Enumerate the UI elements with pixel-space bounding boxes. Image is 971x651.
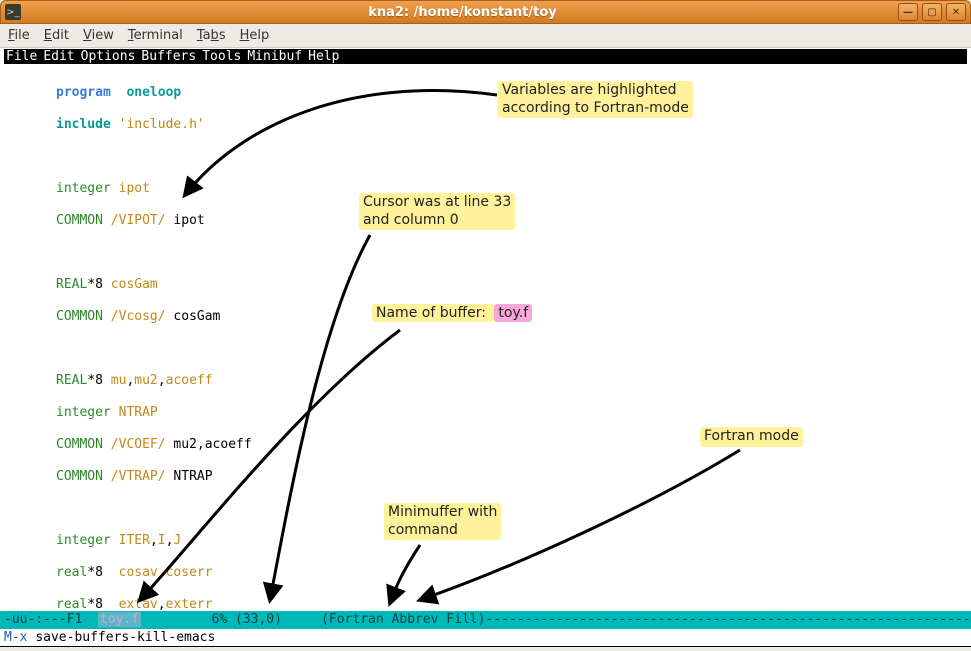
- modeline-mode: (Fortran Abbrev Fill): [321, 612, 485, 627]
- minibuffer-command: save-buffers-kill-emacs: [35, 630, 215, 645]
- emacs-menu-options[interactable]: Options: [81, 49, 136, 64]
- modeline-buffer-name: toy.f: [98, 612, 141, 627]
- maximize-button[interactable]: ▢: [922, 3, 942, 21]
- menu-help[interactable]: Help: [240, 28, 270, 43]
- emacs-menubar: File Edit Options Buffers Tools Minibuf …: [0, 48, 971, 65]
- emacs-menu-edit[interactable]: Edit: [43, 49, 74, 64]
- emacs-menu-minibuf[interactable]: Minibuf: [247, 49, 302, 64]
- minimize-button[interactable]: —: [898, 3, 918, 21]
- terminal-icon: >_: [5, 4, 21, 20]
- code-content: program oneloop include 'include.h' inte…: [0, 65, 971, 611]
- emacs-menu-file[interactable]: File: [6, 49, 37, 64]
- modeline-left: -uu-:---F1: [4, 612, 98, 627]
- editor-area[interactable]: program oneloop include 'include.h' inte…: [0, 65, 971, 611]
- terminal-menubar: File Edit View Terminal Tabs Help: [0, 24, 971, 48]
- modeline-tail: ----------------------------------------…: [485, 612, 971, 627]
- close-button[interactable]: ✕: [946, 3, 966, 21]
- modeline-position: 6% (33,0): [141, 612, 321, 627]
- emacs-menu-buffers[interactable]: Buffers: [141, 49, 196, 64]
- minibuffer-prompt: M-x: [4, 630, 35, 645]
- menu-edit[interactable]: Edit: [44, 28, 69, 43]
- emacs-menu-tools[interactable]: Tools: [202, 49, 241, 64]
- emacs-frame: File Edit Options Buffers Tools Minibuf …: [0, 48, 971, 647]
- modeline: -uu-:---F1 toy.f 6% (33,0) (Fortran Abbr…: [0, 611, 971, 628]
- menu-tabs[interactable]: Tabs: [197, 28, 226, 43]
- menu-view[interactable]: View: [83, 28, 114, 43]
- emacs-menu-help[interactable]: Help: [308, 49, 339, 64]
- minibuffer[interactable]: M-x save-buffers-kill-emacs: [0, 628, 971, 647]
- window-title: kna2: /home/konstant/toy: [27, 5, 898, 20]
- menu-file[interactable]: File: [8, 28, 30, 43]
- window-titlebar: >_ kna2: /home/konstant/toy — ▢ ✕: [0, 0, 971, 24]
- menu-terminal[interactable]: Terminal: [128, 28, 183, 43]
